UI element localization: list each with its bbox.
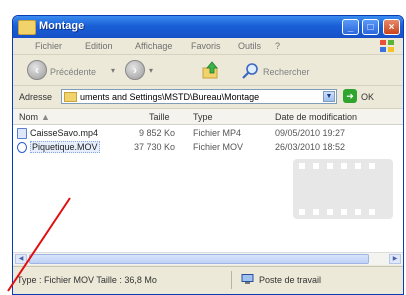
annotation-arrow xyxy=(7,197,71,292)
